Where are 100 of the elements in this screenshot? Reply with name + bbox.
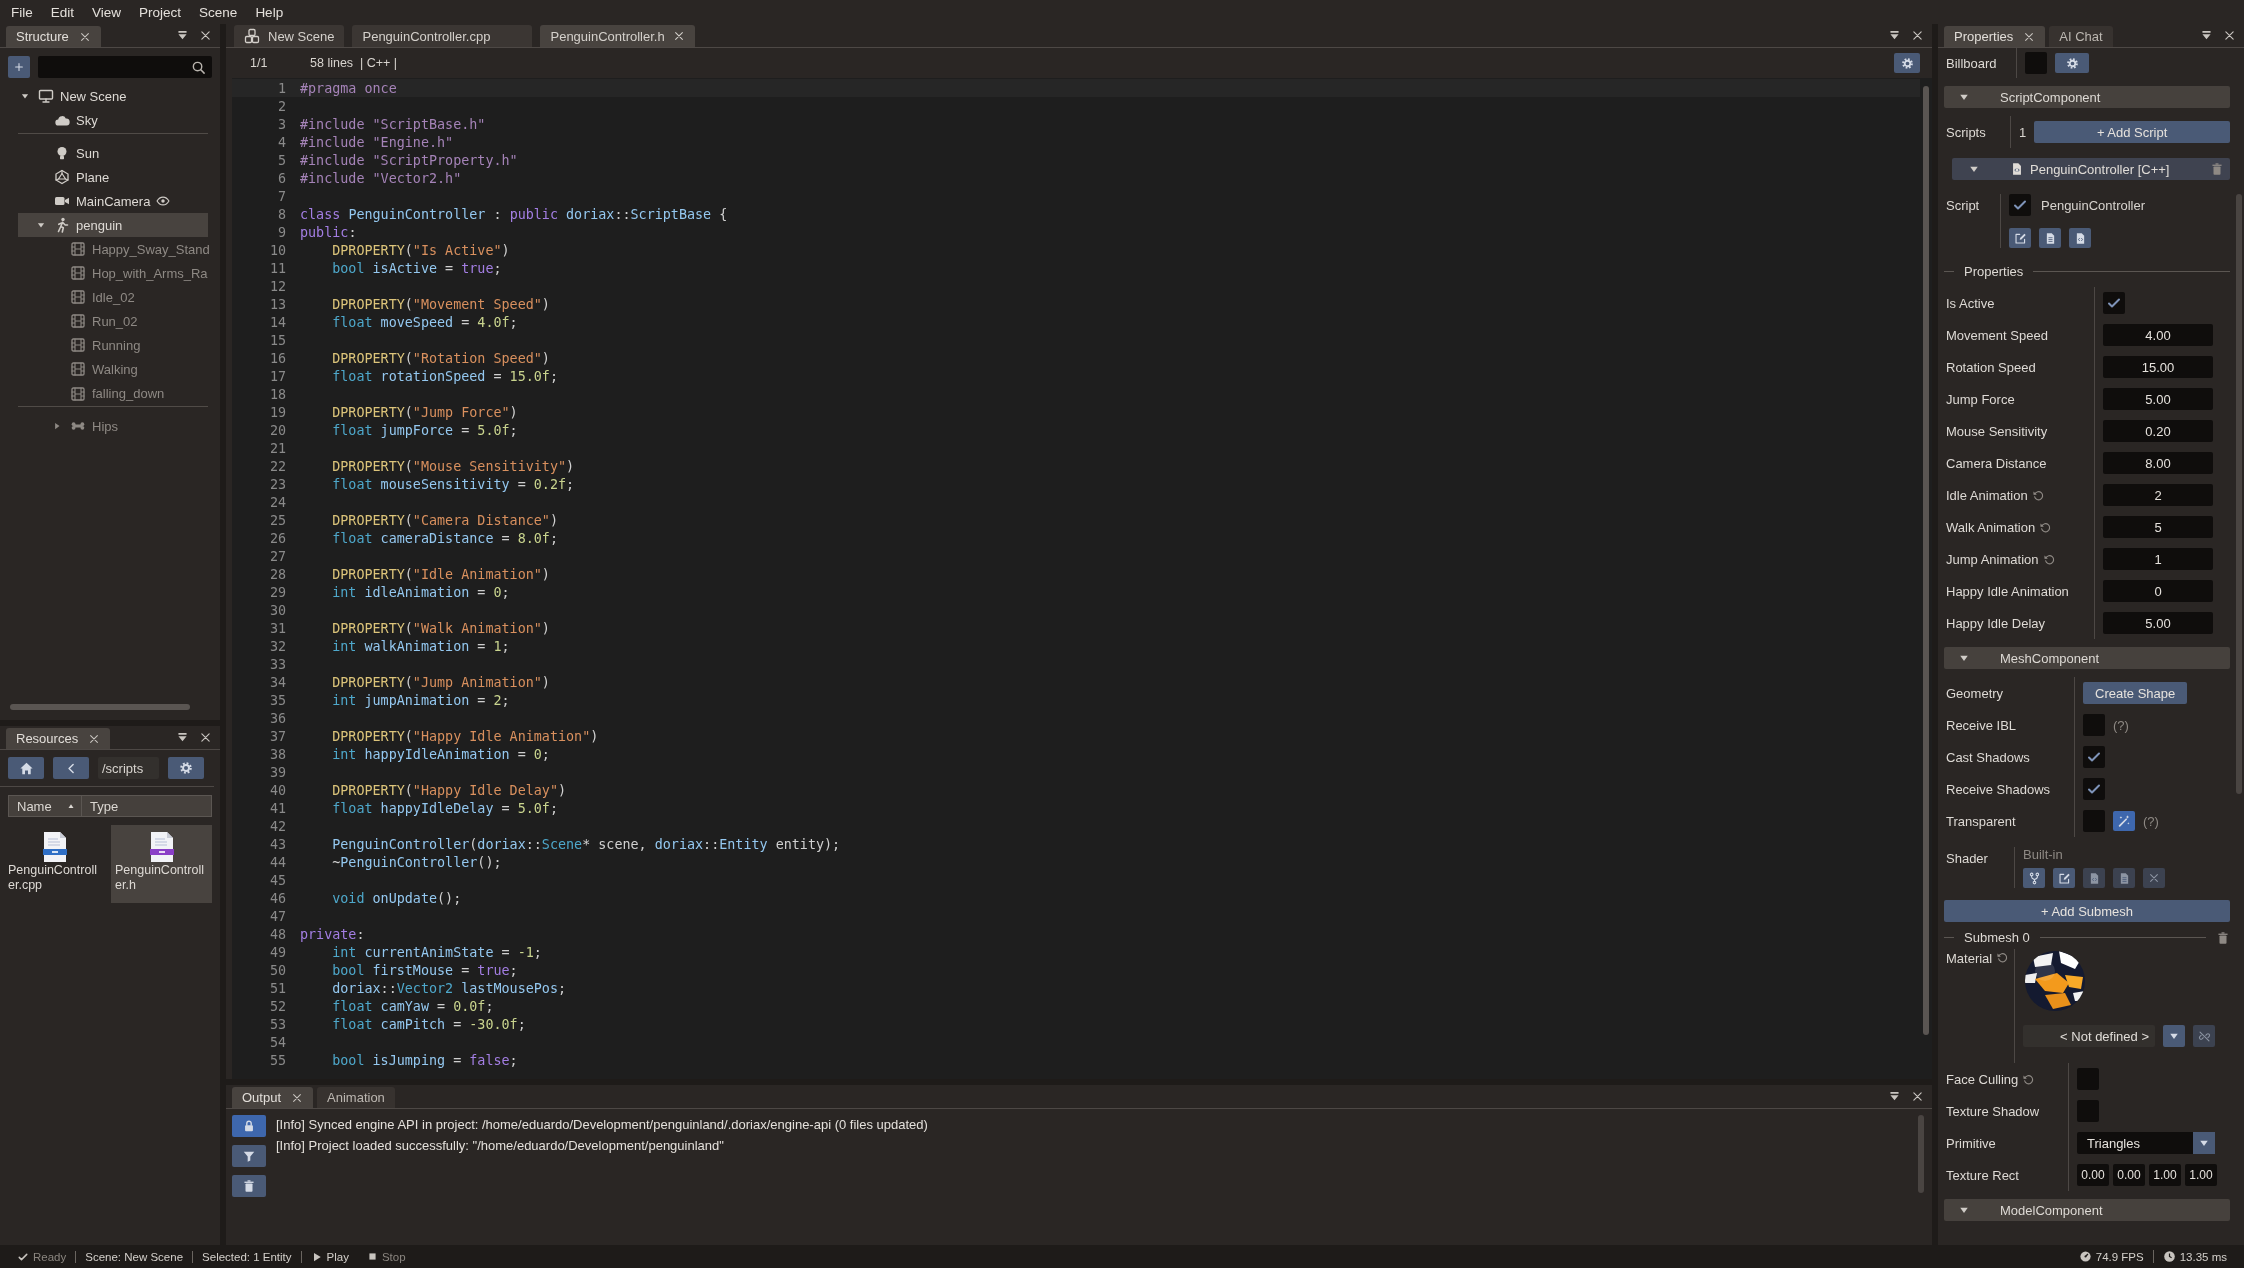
tab[interactable]: PenguinController.cpp [352, 25, 533, 47]
delete-button[interactable] [232, 1175, 266, 1197]
number-field[interactable]: 5.00 [2103, 612, 2213, 634]
checkbox[interactable] [2009, 194, 2031, 216]
line-number: 43 [268, 836, 286, 852]
tab[interactable]: Structure [6, 26, 101, 47]
resource-file[interactable]: PenguinController.cpp [4, 825, 105, 903]
code-file-button[interactable] [2083, 868, 2105, 888]
tree-item[interactable]: Hips [18, 414, 208, 438]
play-button[interactable]: Play [300, 1250, 358, 1263]
tab[interactable]: Resources [6, 728, 111, 749]
back-button[interactable] [53, 757, 89, 779]
code-line: DPROPERTY("Mouse Sensitivity") [331, 458, 575, 474]
line-number: 49 [268, 944, 286, 960]
file-button[interactable] [2113, 868, 2135, 888]
tree-item[interactable]: Sun [18, 141, 208, 165]
dropdown-button[interactable] [2163, 1025, 2185, 1047]
add-script-button[interactable]: + Add Script [2034, 121, 2230, 143]
checkbox[interactable] [2083, 810, 2105, 832]
number-field[interactable]: 0.00 [2077, 1164, 2109, 1186]
number-field[interactable]: 0 [2103, 580, 2213, 602]
settings-button[interactable] [168, 757, 204, 779]
component-header[interactable]: ModelComponent [1944, 1199, 2230, 1221]
number-field[interactable]: 0.20 [2103, 420, 2213, 442]
edit-button[interactable] [2053, 868, 2075, 888]
help-hint[interactable]: (?) [2143, 813, 2159, 829]
resource-file[interactable]: PenguinController.h [111, 825, 212, 903]
menu-item[interactable]: Project [130, 4, 191, 20]
settings-button[interactable] [1894, 53, 1920, 73]
dropdown[interactable]: Triangles [2077, 1132, 2215, 1154]
checkbox[interactable] [2077, 1068, 2099, 1090]
file-button[interactable] [2039, 228, 2061, 248]
clear-button[interactable] [2143, 868, 2165, 888]
line-number: 53 [268, 1016, 286, 1032]
code-file-button[interactable] [2069, 228, 2091, 248]
number-field[interactable]: 8.00 [2103, 452, 2213, 474]
tree-item[interactable]: Running [18, 333, 208, 357]
checkbox[interactable] [2083, 778, 2105, 800]
column-header[interactable]: Name [9, 796, 81, 816]
tab[interactable]: PenguinController.h [540, 25, 695, 47]
magic-wand-button[interactable] [2113, 811, 2135, 831]
number-field[interactable]: 4.00 [2103, 324, 2213, 346]
line-number: 30 [268, 602, 286, 618]
column-header[interactable]: Type [81, 796, 211, 816]
tree-item[interactable]: Walking [18, 357, 208, 381]
tree-item[interactable]: Plane [18, 165, 208, 189]
lock-button[interactable] [232, 1115, 266, 1137]
number-field[interactable]: 0.00 [2113, 1164, 2145, 1186]
unlink-button[interactable] [2193, 1025, 2215, 1047]
tree-item[interactable]: penguin [18, 213, 208, 237]
edit-button[interactable] [2009, 228, 2031, 248]
checkbox[interactable] [2077, 1100, 2099, 1122]
menu-item[interactable]: Scene [190, 4, 247, 20]
menu-item[interactable]: View [83, 4, 131, 20]
tab[interactable]: New Scene [234, 25, 345, 47]
checkbox[interactable] [2083, 746, 2105, 768]
path-field[interactable]: /scripts [98, 757, 159, 779]
script-header[interactable]: PenguinController [C++] [1952, 158, 2230, 180]
search-field[interactable] [38, 56, 212, 78]
tree-item[interactable]: MainCamera [18, 189, 208, 213]
add-button[interactable] [8, 56, 30, 78]
code-line: #include "Engine.h" [299, 134, 454, 150]
number-field[interactable]: 1.00 [2185, 1164, 2217, 1186]
filter-button[interactable] [232, 1145, 266, 1167]
tree-item[interactable]: Run_02 [18, 309, 208, 333]
line-number: 24 [268, 494, 286, 510]
menu-item[interactable]: Edit [41, 4, 84, 20]
menu-item[interactable]: Help [246, 4, 293, 20]
number-field[interactable]: 5 [2103, 516, 2213, 538]
close-icon [88, 732, 101, 745]
tab[interactable]: Animation [317, 1087, 395, 1108]
create-shape-button[interactable]: Create Shape [2083, 682, 2188, 704]
menu-item[interactable]: File [2, 4, 42, 20]
add-submesh-button[interactable]: + Add Submesh [1944, 900, 2230, 922]
tree-item[interactable]: falling_down [18, 381, 208, 407]
code-line: #include "ScriptBase.h" [299, 116, 486, 132]
number-field[interactable]: 15.00 [2103, 356, 2213, 378]
tree-item[interactable]: Happy_Sway_Stand [18, 237, 208, 261]
tab[interactable]: Output [232, 1087, 314, 1108]
checkbox[interactable] [2025, 52, 2047, 74]
component-header[interactable]: MeshComponent [1944, 647, 2230, 669]
number-field[interactable]: 1.00 [2149, 1164, 2181, 1186]
tree-item[interactable]: Idle_02 [18, 285, 208, 309]
component-header[interactable]: ScriptComponent [1944, 86, 2230, 108]
help-hint[interactable]: (?) [2113, 717, 2129, 733]
checkbox[interactable] [2083, 714, 2105, 736]
settings-button[interactable] [2055, 53, 2089, 73]
number-field[interactable]: 1 [2103, 548, 2213, 570]
material-field[interactable]: < Not defined > [2023, 1025, 2155, 1047]
checkbox[interactable] [2103, 292, 2125, 314]
fork-button[interactable] [2023, 868, 2045, 888]
number-field[interactable]: 2 [2103, 484, 2213, 506]
tab[interactable]: AI Chat [2049, 26, 2113, 47]
home-button[interactable] [8, 757, 44, 779]
tree-item[interactable]: New Scene [18, 84, 208, 108]
tree-item[interactable]: Hop_with_Arms_Ra [18, 261, 208, 285]
number-field[interactable]: 5.00 [2103, 388, 2213, 410]
tree-item[interactable]: Sky [18, 108, 208, 134]
tab[interactable]: Properties [1944, 26, 2046, 47]
field-label: Jump Animation [1946, 551, 2039, 567]
